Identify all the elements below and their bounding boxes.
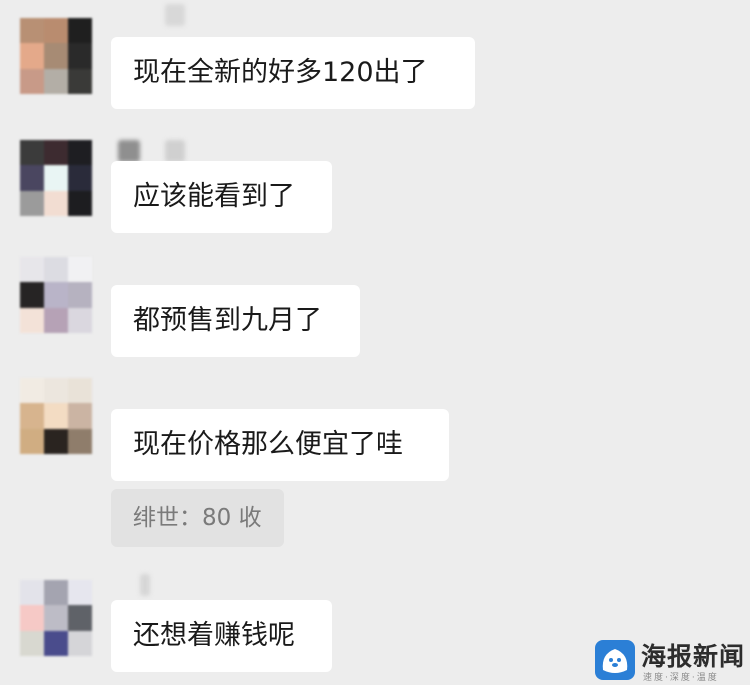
message-bubble[interactable]: 还想着赚钱呢 — [111, 600, 332, 672]
message-text: 现在全新的好多120出了 — [133, 57, 428, 88]
quoted-reply[interactable]: 绯世：80 收 — [111, 489, 284, 547]
message-bubble[interactable]: 应该能看到了 — [111, 161, 332, 233]
sender-name — [165, 4, 185, 26]
message-text: 都预售到九月了 — [133, 305, 322, 336]
avatar[interactable] — [20, 257, 92, 333]
avatar[interactable] — [20, 378, 92, 454]
quoted-text: 绯世：80 收 — [133, 505, 262, 531]
message-bubble[interactable]: 现在价格那么便宜了哇 — [111, 409, 449, 481]
watermark-subtitle: 速度·深度·温度 — [643, 673, 719, 683]
avatar[interactable] — [20, 18, 92, 94]
watermark-title: 海报新闻 — [641, 642, 746, 671]
sender-name — [140, 574, 150, 596]
news-watermark: 海报新闻 速度·深度·温度 — [595, 640, 745, 684]
chat-screen: { "messages": [ {"text": "现在全新的好多120出了"}… — [0, 0, 750, 685]
message-text: 还想着赚钱呢 — [133, 620, 295, 651]
message-text: 应该能看到了 — [133, 181, 295, 212]
avatar[interactable] — [20, 140, 92, 216]
seal-mascot-icon — [595, 640, 635, 680]
message-bubble[interactable]: 都预售到九月了 — [111, 285, 360, 357]
sender-name — [165, 140, 185, 162]
avatar[interactable] — [20, 580, 92, 656]
sender-name — [118, 140, 140, 162]
message-text: 现在价格那么便宜了哇 — [133, 429, 403, 460]
message-bubble[interactable]: 现在全新的好多120出了 — [111, 37, 475, 109]
